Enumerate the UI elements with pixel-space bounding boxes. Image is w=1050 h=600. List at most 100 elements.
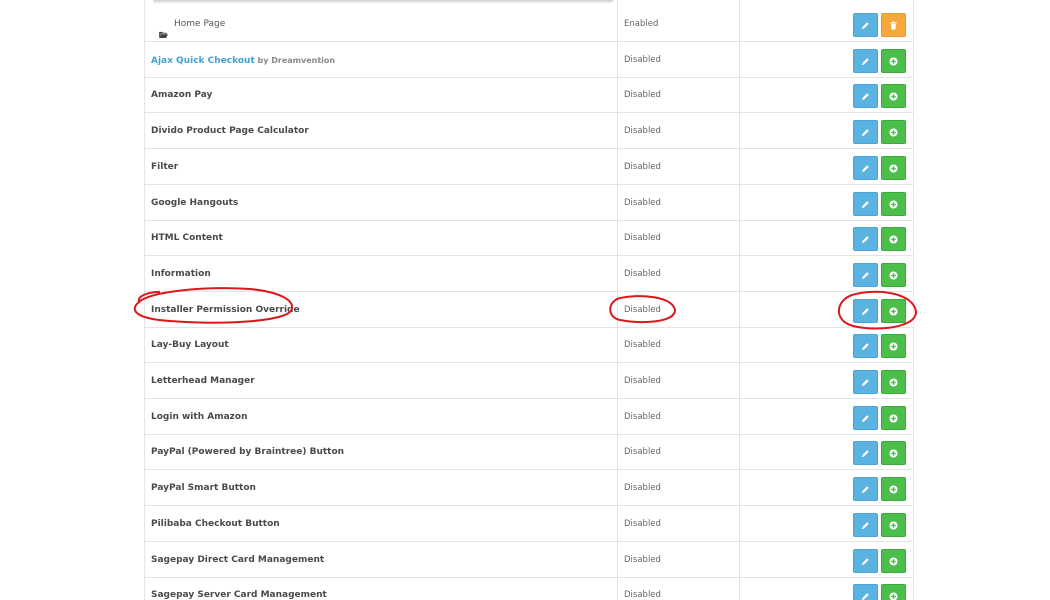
extension-name-label: Pilibaba Checkout Button <box>151 518 280 529</box>
trash-icon <box>890 21 897 30</box>
install-button[interactable] <box>881 441 906 466</box>
edit-button[interactable] <box>853 84 878 109</box>
table-row: Ajax Quick Checkout by Dreamvention Disab… <box>145 43 913 78</box>
extension-name-label: PayPal (Powered by Braintree) Button <box>151 447 345 458</box>
table-row: Installer Permission Override Disabled <box>145 293 913 328</box>
pencil-icon <box>861 593 869 600</box>
pencil-icon <box>861 522 869 529</box>
install-button[interactable] <box>881 405 906 430</box>
pencil-icon <box>861 236 869 244</box>
table-row: Filter Disabled <box>145 150 913 185</box>
extension-name: PayPal (Powered by Braintree) Button <box>151 435 344 470</box>
plus-circle-icon <box>889 307 898 316</box>
edit-button[interactable] <box>853 334 878 359</box>
install-button[interactable] <box>881 477 906 502</box>
extension-status: Disabled <box>624 90 661 101</box>
extension-status: Enabled <box>624 19 659 29</box>
table-row: Sagepay Direct Card Management Disabled <box>145 543 913 578</box>
folder-open-icon <box>159 19 168 38</box>
extension-name: Filter <box>151 150 178 185</box>
extension-name: Sagepay Direct Card Management <box>151 543 324 578</box>
edit-button[interactable] <box>853 584 878 600</box>
install-button[interactable] <box>881 512 906 537</box>
install-button[interactable] <box>881 370 906 394</box>
edit-button[interactable] <box>853 262 878 287</box>
install-button[interactable] <box>881 298 906 323</box>
pencil-icon <box>861 57 869 65</box>
extension-name: Pilibaba Checkout Button <box>151 507 280 542</box>
extension-name: Amazon Pay <box>151 78 212 113</box>
extension-name-label: Filter <box>151 161 179 172</box>
edit-button[interactable] <box>853 48 878 73</box>
install-button[interactable] <box>881 48 906 73</box>
edit-button[interactable] <box>853 441 878 466</box>
extension-name[interactable]: Ajax Quick Checkout by Dreamvention <box>151 43 335 78</box>
extension-status: Disabled <box>624 340 661 351</box>
pencil-icon <box>861 93 869 101</box>
extension-name-label: Home Page <box>174 19 226 29</box>
extension-name: Letterhead Manager <box>151 364 255 399</box>
edit-button[interactable] <box>853 191 878 216</box>
pencil-icon <box>861 379 869 387</box>
extension-status: Disabled <box>624 268 661 279</box>
extension-name-label: Information <box>151 268 211 279</box>
edit-button[interactable] <box>853 405 878 430</box>
edit-button[interactable] <box>853 370 878 394</box>
extension-status: Disabled <box>624 304 661 315</box>
plus-circle-icon <box>889 592 898 600</box>
extension-status: Disabled <box>624 126 661 137</box>
edit-button[interactable] <box>853 298 878 323</box>
extension-status: Disabled <box>624 518 661 529</box>
edit-button[interactable] <box>853 227 878 252</box>
extension-name: Information <box>151 257 211 292</box>
pencil-icon <box>861 22 869 30</box>
plus-circle-icon <box>889 556 898 566</box>
extension-name-label: Lay-Buy Layout <box>151 340 229 351</box>
extension-status: Disabled <box>624 411 661 422</box>
extensions-table: Home Page Enabled Ajax Quick Checkout by D… <box>144 0 914 600</box>
plus-circle-icon <box>889 414 898 423</box>
install-button[interactable] <box>881 120 906 145</box>
extension-name-label: Sagepay Direct Card Management <box>151 554 325 565</box>
extension-status: Disabled <box>624 554 661 565</box>
install-button[interactable] <box>881 191 906 216</box>
install-button[interactable] <box>881 584 906 600</box>
pencil-icon <box>861 414 869 422</box>
edit-button[interactable] <box>853 120 878 145</box>
install-button[interactable] <box>881 227 906 252</box>
extensions-page: Home Page Enabled Ajax Quick Checkout by D… <box>0 0 1050 600</box>
extension-name-label: Amazon Pay <box>151 90 213 101</box>
pencil-icon <box>861 557 869 565</box>
table-row: Information Disabled <box>145 257 913 292</box>
extension-name-label: PayPal Smart Button <box>151 483 256 494</box>
pencil-icon <box>861 307 869 315</box>
extension-name-label: Installer Permission Override <box>151 304 300 315</box>
install-button[interactable] <box>881 155 906 180</box>
install-button[interactable] <box>881 262 906 287</box>
table-row: Google Hangouts Disabled <box>145 186 913 221</box>
pencil-icon <box>861 343 869 351</box>
edit-button[interactable] <box>853 512 878 537</box>
edit-button[interactable] <box>853 548 878 573</box>
extension-name-label: Letterhead Manager <box>151 376 255 386</box>
plus-circle-icon <box>889 164 898 173</box>
install-button[interactable] <box>881 334 906 359</box>
plus-circle-icon <box>889 271 898 280</box>
extension-name-label[interactable]: Ajax Quick Checkout <box>151 56 255 66</box>
install-button[interactable] <box>881 84 906 109</box>
install-button[interactable] <box>881 548 906 573</box>
extension-name: Login with Amazon <box>151 400 247 435</box>
plus-circle-icon <box>889 128 898 137</box>
uninstall-button[interactable] <box>881 13 906 37</box>
pencil-icon <box>861 272 869 279</box>
edit-button[interactable] <box>853 477 878 502</box>
extension-status: Disabled <box>624 590 661 600</box>
table-row: Letterhead Manager Disabled <box>145 364 913 399</box>
plus-circle-icon <box>889 57 898 66</box>
extension-status: Disabled <box>624 376 661 386</box>
edit-button[interactable] <box>853 155 878 180</box>
edit-button[interactable] <box>853 13 878 37</box>
extension-name-label: HTML Content <box>151 233 223 244</box>
table-row: Home Page Enabled <box>145 0 913 42</box>
table-row: Lay-Buy Layout Disabled <box>145 328 913 364</box>
